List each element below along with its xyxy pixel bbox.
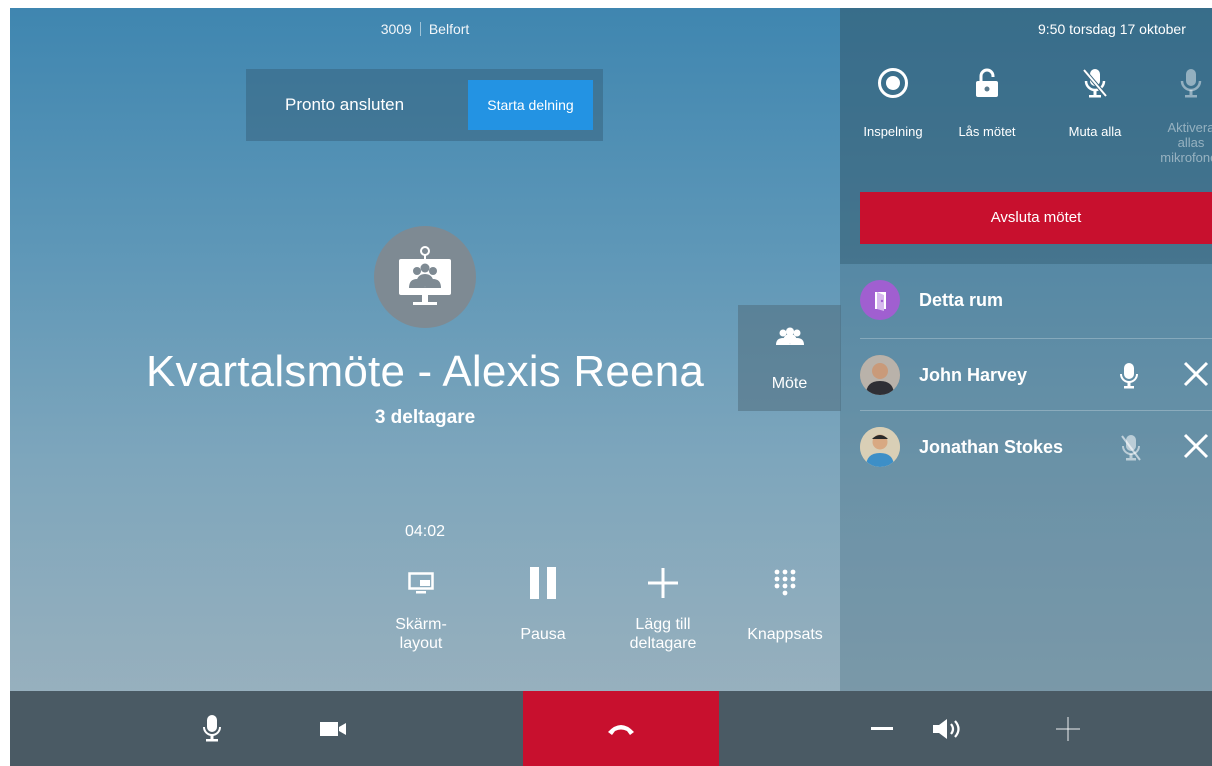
hangup-icon [608,724,634,735]
lock-meeting-label: Lås mötet [958,124,1016,139]
door-icon [875,292,886,311]
screen-layout-label: Skärm-layout [366,615,476,653]
add-participant-label: Lägg till deltagare [608,615,718,653]
clock: 9:50 torsdag 17 oktober [1038,21,1186,37]
panel-header: 9:50 torsdag 17 oktober Inspelning Lås m… [840,8,1212,264]
end-meeting-button[interactable]: Avsluta mötet [860,192,1212,244]
tab-meeting[interactable]: Möte [738,305,841,411]
room-avatar [860,280,900,320]
add-participant-button[interactable]: Lägg till deltagare [608,561,718,653]
hangup-button[interactable] [523,691,719,766]
unmute-all-button[interactable]: Aktiveraallasmikrofoner [1146,68,1212,165]
mute-all-button[interactable]: Muta alla [1050,68,1140,139]
room-name: Belfort [428,21,470,37]
avatar [860,355,900,395]
tab-meeting-label: Möte [771,375,808,392]
pause-label: Pausa [520,626,566,643]
avatar [860,427,900,467]
keypad-icon [774,569,796,596]
volume-down-button[interactable] [860,691,904,766]
keypad-button[interactable]: Knappsats [730,561,840,644]
divider [419,22,421,36]
room-number: 3009 [380,21,412,37]
screen-layout-button[interactable]: Skärm-layout [366,561,476,653]
label-line: layout [399,635,443,652]
pause-icon [530,567,556,599]
label-line: mikrofoner [1160,150,1212,165]
label-line: Lägg till [635,616,691,633]
group-icon [776,327,804,345]
participant-row: Detta rum [840,264,1212,336]
microphone-button[interactable] [190,691,234,766]
person-photo-icon [860,427,900,467]
mic-icon [1180,69,1202,98]
call-timer: 04:02 [404,523,446,540]
volume-up-button[interactable] [1046,691,1090,766]
pause-button[interactable]: Pausa [488,561,598,644]
mic-icon [1120,363,1138,389]
lock-meeting-button[interactable]: Lås mötet [942,68,1032,139]
participant-mic-button[interactable] [1120,435,1142,466]
participant-row: Jonathan Stokes [840,411,1212,483]
close-icon [1183,361,1209,387]
start-sharing-button[interactable]: Starta delning [468,80,593,130]
lock-icon [976,68,998,97]
label-line: Skärm- [395,616,447,633]
camera-button[interactable] [312,691,356,766]
label-line: allas [1177,135,1205,150]
minus-icon [871,726,893,730]
plus-icon [1056,716,1080,741]
call-screen: 3009 Belfort Pronto ansluten Starta delni… [10,8,1212,766]
pronto-bar: Pronto ansluten Starta delning [246,69,603,141]
recording-label: Inspelning [863,124,923,139]
pronto-status-label: Pronto ansluten [285,95,405,114]
call-id: 3009 Belfort [10,21,840,37]
remove-participant-button[interactable] [1183,433,1209,464]
person-photo-icon [860,355,900,395]
volume-button[interactable] [925,691,969,766]
plus-icon [648,568,678,598]
camera-icon [320,721,346,736]
remove-participant-button[interactable] [1183,361,1209,392]
bottom-bar [10,691,1212,766]
record-icon [878,68,908,98]
screen-layout-icon [408,572,434,594]
keypad-label: Knappsats [747,626,823,643]
mic-muted-icon [1121,435,1141,461]
participant-name: Jonathan Stokes [919,437,1064,457]
meeting-avatar [374,226,476,328]
mic-muted-icon [1082,68,1108,98]
participant-name: Detta rum [919,290,1004,310]
label-line: Aktivera [1167,120,1212,135]
meeting-room-icon [399,246,451,305]
mute-all-label: Muta alla [1068,124,1122,139]
meeting-panel: 9:50 torsdag 17 oktober Inspelning Lås m… [840,8,1212,691]
participant-mic-button[interactable] [1120,363,1138,394]
meeting-title: Kvartalsmöte - Alexis Reena [145,347,705,396]
participant-row: John Harvey [840,339,1212,411]
mic-icon [203,714,221,741]
close-icon [1183,433,1209,459]
recording-button[interactable]: Inspelning [848,68,938,139]
participant-name: John Harvey [919,365,1028,385]
volume-icon [933,718,960,739]
label-line: deltagare [629,635,697,652]
unmute-all-label: Aktiveraallasmikrofoner [1146,120,1212,165]
participant-count: 3 deltagare [374,407,476,428]
